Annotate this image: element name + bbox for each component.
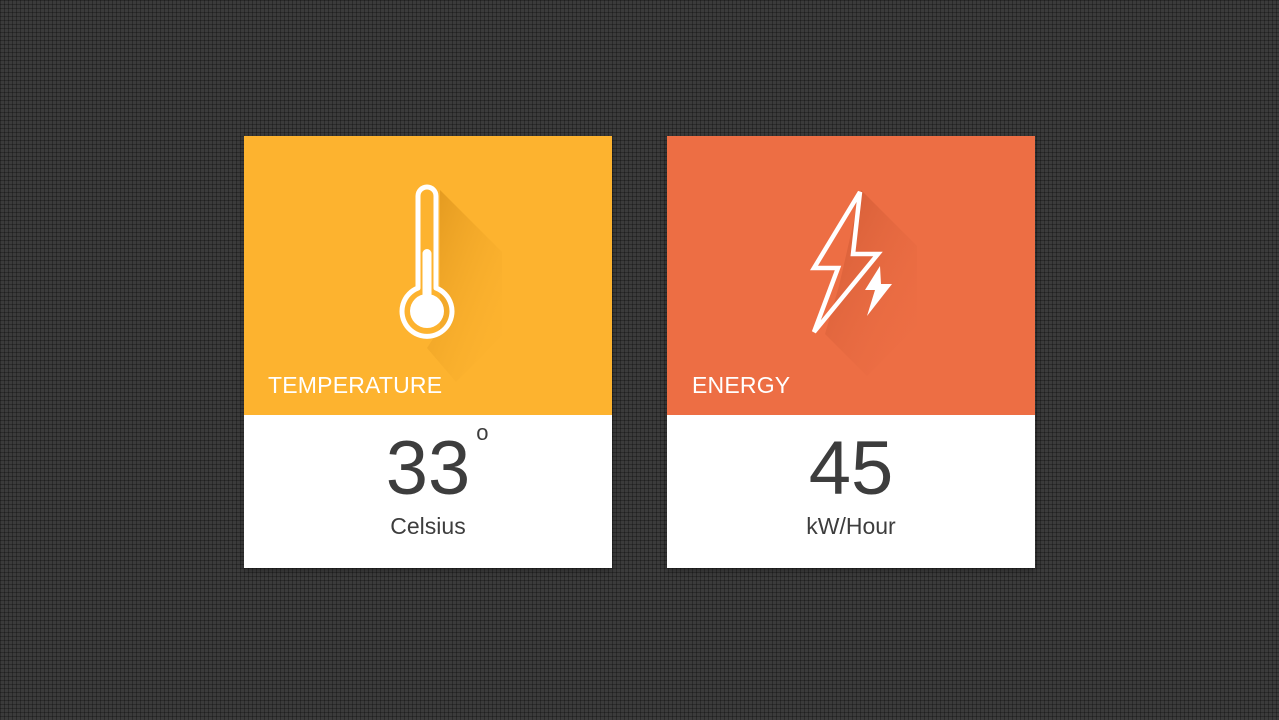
energy-label: ENERGY	[692, 372, 791, 398]
energy-card: ENERGY 45 kW/Hour	[667, 136, 1035, 568]
temperature-value-row: 33 o	[244, 422, 612, 511]
temperature-card: TEMPERATURE 33 o Celsius	[244, 136, 612, 568]
energy-card-header: ENERGY	[667, 136, 1035, 415]
temperature-card-header: TEMPERATURE	[244, 136, 612, 415]
temperature-value-wrap: 33 o	[385, 422, 489, 511]
temperature-label: TEMPERATURE	[268, 372, 443, 398]
energy-value: 45	[808, 426, 894, 511]
degree-symbol: o	[476, 420, 489, 445]
temperature-card-body: 33 o Celsius	[244, 415, 612, 568]
temperature-unit: Celsius	[390, 513, 466, 539]
energy-unit: kW/Hour	[806, 513, 896, 539]
temperature-value: 33	[385, 426, 471, 511]
energy-card-body: 45 kW/Hour	[667, 415, 1035, 568]
energy-value-row: 45	[667, 427, 1035, 511]
